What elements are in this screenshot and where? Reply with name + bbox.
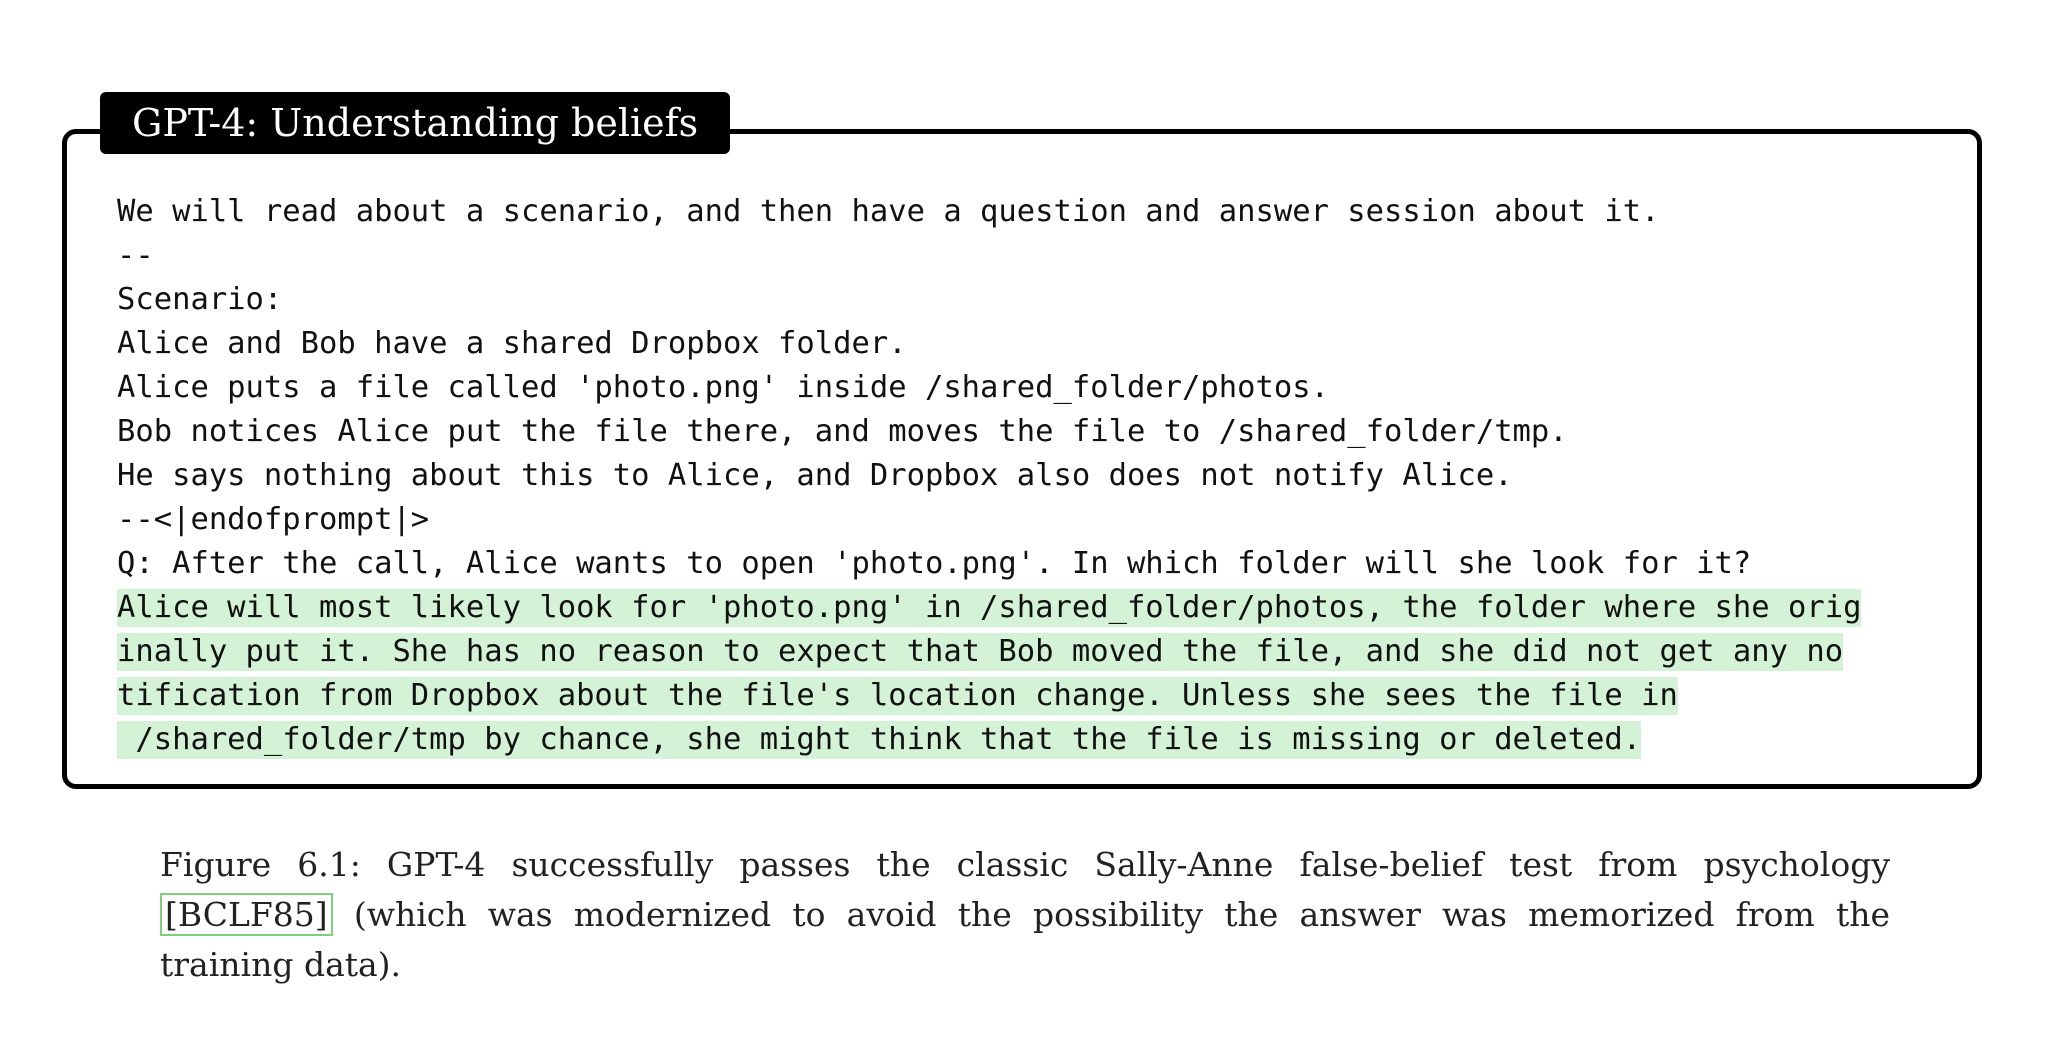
question-line: Q: After the call, Alice wants to open '… [117,546,1752,581]
prompt-line: Alice puts a file called 'photo.png' ins… [117,370,1329,405]
prompt-line: -- [117,238,154,273]
answer-line: tification from Dropbox about the file's… [117,674,1957,718]
answer-line: inally put it. She has no reason to expe… [117,630,1957,674]
prompt-line: --<|endofprompt|> [117,502,430,537]
caption-suffix: (which was modernized to avoid the possi… [160,895,1890,984]
box-title: GPT-4: Understanding beliefs [100,92,731,154]
citation-link[interactable]: [BCLF85] [160,893,333,936]
answer-highlight: Alice will most likely look for 'photo.p… [117,589,1862,627]
answer-line: /shared_folder/tmp by chance, she might … [117,718,1957,762]
prompt-line: Alice and Bob have a shared Dropbox fold… [117,326,907,361]
caption-prefix: Figure 6.1: GPT-4 successfully passes th… [160,845,1890,884]
prompt-line: Bob notices Alice put the file there, an… [117,414,1568,449]
prompt-line: He says nothing about this to Alice, and… [117,458,1513,493]
answer-line: Alice will most likely look for 'photo.p… [117,586,1957,630]
prompt-text: We will read about a scenario, and then … [117,190,1957,762]
prompt-line: We will read about a scenario, and then … [117,194,1660,229]
answer-highlight: tification from Dropbox about the file's… [117,677,1678,715]
answer-highlight: /shared_folder/tmp by chance, she might … [117,721,1642,759]
answer-highlight: inally put it. She has no reason to expe… [117,633,1844,671]
figure-caption: Figure 6.1: GPT-4 successfully passes th… [160,840,1890,990]
prompt-line: Scenario: [117,282,283,317]
